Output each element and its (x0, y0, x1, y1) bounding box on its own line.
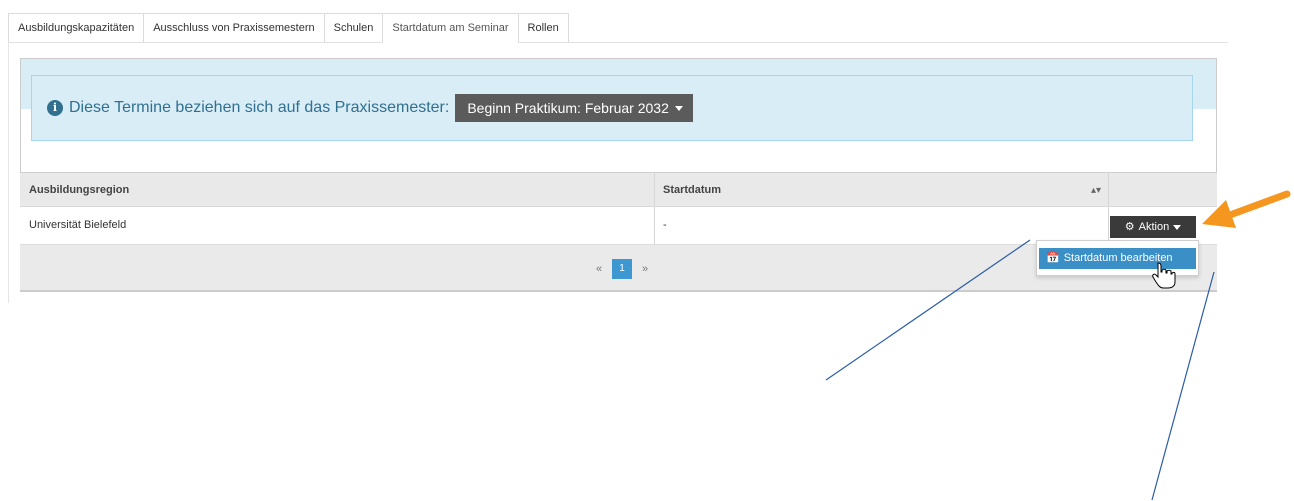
tab-startdatum-am-seminar[interactable]: Startdatum am Seminar (383, 13, 519, 43)
annotation-line (825, 239, 1031, 381)
annotation-overlay (825, 190, 1291, 501)
annotation-line (1151, 271, 1215, 501)
annotation-arrow-icon (1202, 190, 1291, 228)
hand-cursor-icon (1152, 262, 1176, 289)
